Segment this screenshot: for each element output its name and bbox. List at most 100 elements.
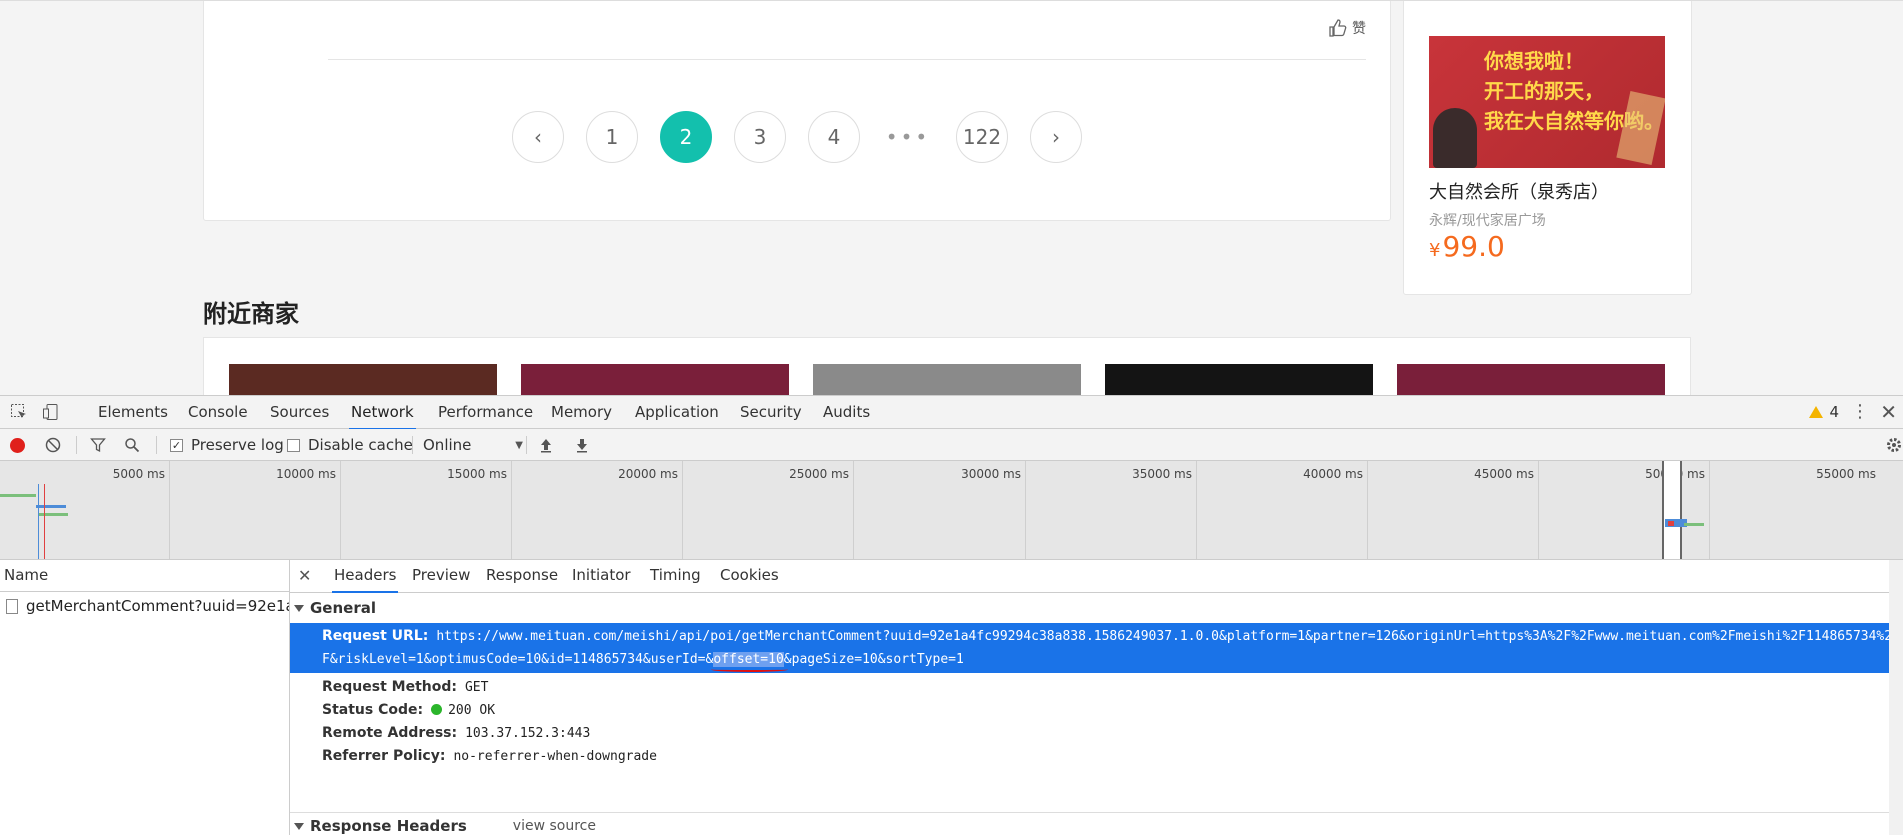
- tab-application[interactable]: Application: [633, 396, 721, 428]
- tab-initiator[interactable]: Initiator: [570, 560, 633, 591]
- network-settings-button[interactable]: [1885, 429, 1903, 461]
- shop-name[interactable]: 大自然会所（泉秀店）: [1429, 178, 1609, 204]
- record-button[interactable]: [10, 429, 25, 461]
- network-toolbar: ✓ Preserve log Disable cache Online ▼: [0, 429, 1903, 461]
- close-details-icon[interactable]: ✕: [298, 560, 311, 592]
- timeline-request-bar: [0, 494, 36, 497]
- timeline-gridline: [1196, 461, 1197, 559]
- tab-cookies[interactable]: Cookies: [718, 560, 781, 591]
- tab-preview[interactable]: Preview: [410, 560, 472, 591]
- general-title: General: [310, 599, 376, 617]
- more-options-icon[interactable]: ⋮: [1851, 396, 1869, 428]
- pagination: ‹ 1 2 3 4 ••• 122 ›: [204, 111, 1390, 163]
- response-headers-section-header[interactable]: Response Headers view source: [290, 812, 1903, 835]
- timeline-request-bar: [36, 505, 66, 508]
- request-list: Name getMerchantComment?uuid=92e1a4...: [0, 560, 290, 835]
- clear-button[interactable]: [45, 429, 61, 461]
- preserve-log-checkbox[interactable]: ✓ Preserve log: [170, 429, 284, 461]
- nearby-shops-strip: [203, 337, 1691, 395]
- name-column-header[interactable]: Name: [0, 560, 289, 592]
- status-ok-icon: [431, 704, 443, 715]
- detail-tabbar: ✕ Headers Preview Response Initiator Tim…: [290, 560, 1903, 593]
- general-section-header[interactable]: General: [290, 593, 1903, 623]
- nearby-title: 附近商家: [203, 300, 299, 328]
- timeline-gridline: [1025, 461, 1026, 559]
- search-icon: [125, 438, 140, 453]
- tab-elements[interactable]: Elements: [96, 396, 170, 428]
- checkbox-unchecked-icon: [287, 438, 300, 452]
- expand-triangle-icon: [294, 604, 304, 612]
- device-toolbar-icon[interactable]: [40, 402, 62, 422]
- poster-figure: [1433, 108, 1477, 168]
- disable-cache-checkbox[interactable]: Disable cache: [287, 429, 413, 461]
- request-url-value-tail: &pageSize=10&sortType=1: [783, 652, 964, 667]
- timeline-tick-label: 45000 ms: [1474, 467, 1534, 481]
- page-2-button[interactable]: 2: [660, 111, 712, 163]
- timeline-request-bar: [1684, 523, 1704, 526]
- timeline-gridline: [169, 461, 170, 559]
- request-url-row[interactable]: Request URL: https://www.meituan.com/meis…: [290, 623, 1897, 673]
- timeline-tick-label: 40000 ms: [1303, 467, 1363, 481]
- throttling-select[interactable]: Online ▼: [423, 429, 523, 461]
- nearby-shop-thumb[interactable]: [229, 364, 497, 395]
- shop-price: ¥99.0: [1429, 230, 1505, 263]
- request-row[interactable]: getMerchantComment?uuid=92e1a4...: [0, 592, 289, 620]
- export-har-button[interactable]: [574, 429, 590, 461]
- recommended-shop-card[interactable]: 你想我啦！ 开工的那天， 我在大自然等你哟。 大自然会所（泉秀店） 永辉/现代家…: [1403, 1, 1692, 295]
- referrer-policy-row: Referrer Policy: no-referrer-when-downgra…: [290, 745, 1903, 768]
- tab-headers[interactable]: Headers: [332, 560, 399, 593]
- close-devtools-icon[interactable]: ✕: [1880, 396, 1897, 428]
- upload-icon: [541, 439, 551, 453]
- referrer-policy-label: Referrer Policy:: [322, 748, 446, 764]
- request-method-label: Request Method:: [322, 679, 457, 695]
- tab-console[interactable]: Console: [186, 396, 250, 428]
- tab-sources[interactable]: Sources: [268, 396, 331, 428]
- timeline-gridline: [1367, 461, 1368, 559]
- last-page-button[interactable]: 122: [956, 111, 1008, 163]
- search-button[interactable]: [124, 429, 140, 461]
- page-4-button[interactable]: 4: [808, 111, 860, 163]
- view-source-link[interactable]: view source: [513, 813, 596, 835]
- page-1-button[interactable]: 1: [586, 111, 638, 163]
- prev-page-button[interactable]: ‹: [512, 111, 564, 163]
- timeline-gridline: [1709, 461, 1710, 559]
- nearby-shop-thumb[interactable]: [1397, 364, 1665, 395]
- tab-memory[interactable]: Memory: [549, 396, 614, 428]
- currency-symbol: ¥: [1429, 240, 1441, 261]
- inspect-element-icon[interactable]: [8, 402, 30, 422]
- tab-timing[interactable]: Timing: [648, 560, 703, 591]
- page-3-button[interactable]: 3: [734, 111, 786, 163]
- details-scrollbar[interactable]: [1889, 560, 1903, 835]
- remote-address-row: Remote Address: 103.37.152.3:443: [290, 722, 1903, 745]
- timeline-dom-marker: [38, 484, 39, 559]
- network-overview-timeline[interactable]: 5000 ms 10000 ms 15000 ms 20000 ms 25000…: [0, 461, 1903, 560]
- nearby-shop-thumb[interactable]: [813, 364, 1081, 395]
- timeline-gridline: [1538, 461, 1539, 559]
- request-url-label: Request URL:: [322, 628, 429, 644]
- tab-performance[interactable]: Performance: [436, 396, 535, 428]
- tab-network[interactable]: Network: [349, 396, 416, 430]
- timeline-gridline: [853, 461, 854, 559]
- tab-response[interactable]: Response: [484, 560, 560, 591]
- timeline-tick-label: 10000 ms: [276, 467, 336, 481]
- shop-image[interactable]: 你想我啦！ 开工的那天， 我在大自然等你哟。: [1429, 36, 1665, 168]
- tab-security[interactable]: Security: [738, 396, 804, 428]
- nearby-shop-thumb[interactable]: [521, 364, 789, 395]
- import-har-button[interactable]: [538, 429, 554, 461]
- throttling-value: Online: [423, 436, 472, 454]
- like-button[interactable]: 赞: [1328, 18, 1366, 38]
- nearby-shop-thumb[interactable]: [1105, 364, 1373, 395]
- filter-button[interactable]: [90, 429, 106, 461]
- next-page-button[interactable]: ›: [1030, 111, 1082, 163]
- warnings-counter[interactable]: 4: [1809, 396, 1839, 428]
- timeline-gridline: [682, 461, 683, 559]
- shop-location: 永辉/现代家居广场: [1429, 213, 1546, 229]
- timeline-selection-handle[interactable]: [1662, 461, 1682, 559]
- devtools-tabbar: Elements Console Sources Network Perform…: [0, 396, 1903, 430]
- tab-audits[interactable]: Audits: [821, 396, 872, 428]
- timeline-gridline: [340, 461, 341, 559]
- timeline-request-bar: [1668, 521, 1674, 526]
- expand-triangle-icon: [294, 822, 304, 830]
- timeline-gridline: [511, 461, 512, 559]
- disable-cache-label: Disable cache: [308, 436, 413, 454]
